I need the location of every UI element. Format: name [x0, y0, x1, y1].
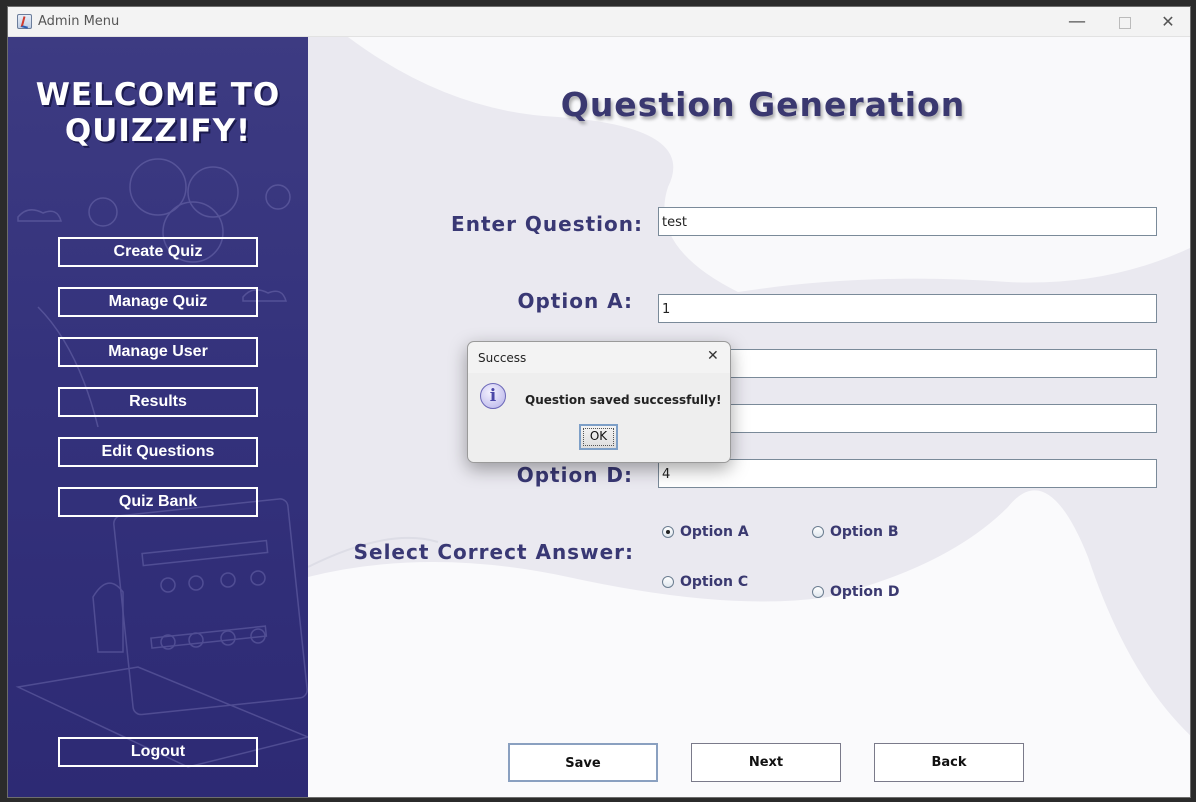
- info-icon: i: [480, 383, 506, 409]
- ok-button[interactable]: OK: [579, 424, 618, 450]
- option-a-input[interactable]: 1: [658, 294, 1157, 323]
- radio-option-c-circle[interactable]: [662, 576, 674, 588]
- logout-button[interactable]: Logout: [58, 737, 258, 767]
- java-app-icon: [17, 14, 32, 29]
- question-label: Enter Question:: [451, 212, 643, 236]
- option-b-input[interactable]: [658, 349, 1157, 378]
- radio-option-d-label: Option D: [830, 584, 900, 600]
- dialog-body: i Question saved successfully! OK: [468, 373, 730, 462]
- create-quiz-button[interactable]: Create Quiz: [58, 237, 258, 267]
- sidebar: WELCOME TO QUIZZIFY! Create Quiz Manage …: [8, 37, 308, 797]
- radio-option-c[interactable]: Option C: [662, 574, 748, 590]
- welcome-title: WELCOME TO QUIZZIFY!: [18, 77, 298, 149]
- option-d-label: Option D:: [516, 463, 633, 487]
- main-panel: Question Generation Enter Question: test…: [308, 37, 1190, 797]
- radio-option-b-circle[interactable]: [812, 526, 824, 538]
- welcome-line-1: WELCOME TO: [35, 77, 281, 113]
- next-button[interactable]: Next: [691, 743, 841, 782]
- correct-answer-label: Select Correct Answer:: [353, 540, 634, 564]
- minimize-button[interactable]: —: [1062, 11, 1092, 33]
- sidebar-illustration: [15, 158, 308, 768]
- welcome-line-2: QUIZZIFY!: [64, 113, 252, 149]
- dialog-title: Success: [478, 351, 527, 365]
- radio-option-d-circle[interactable]: [812, 586, 824, 598]
- radio-option-b[interactable]: Option B: [812, 524, 899, 540]
- radio-option-c-label: Option C: [680, 574, 749, 590]
- window-title: Admin Menu: [38, 14, 120, 29]
- radio-option-a[interactable]: Option A: [662, 524, 749, 540]
- success-dialog: Success ✕ i Question saved successfully!…: [467, 341, 731, 463]
- save-button[interactable]: Save: [508, 743, 658, 782]
- results-button[interactable]: Results: [58, 387, 258, 417]
- radio-option-d[interactable]: Option D: [812, 584, 900, 600]
- question-input[interactable]: test: [658, 207, 1157, 236]
- page-title: Question Generation: [560, 85, 966, 124]
- radio-option-a-label: Option A: [680, 524, 749, 540]
- radio-option-b-label: Option B: [830, 524, 899, 540]
- manage-user-button[interactable]: Manage User: [58, 337, 258, 367]
- back-button[interactable]: Back: [874, 743, 1024, 782]
- manage-quiz-button[interactable]: Manage Quiz: [58, 287, 258, 317]
- dialog-close-button[interactable]: ✕: [707, 348, 719, 364]
- close-button[interactable]: ✕: [1153, 11, 1183, 33]
- maximize-button[interactable]: [1108, 11, 1138, 33]
- title-bar: Admin Menu — ✕: [8, 7, 1190, 37]
- dialog-message: Question saved successfully!: [525, 393, 722, 407]
- radio-option-a-circle[interactable]: [662, 526, 674, 538]
- option-d-input[interactable]: 4: [658, 459, 1157, 488]
- option-a-label: Option A:: [517, 289, 633, 313]
- edit-questions-button[interactable]: Edit Questions: [58, 437, 258, 467]
- option-c-input[interactable]: [658, 404, 1157, 433]
- quiz-bank-button[interactable]: Quiz Bank: [58, 487, 258, 517]
